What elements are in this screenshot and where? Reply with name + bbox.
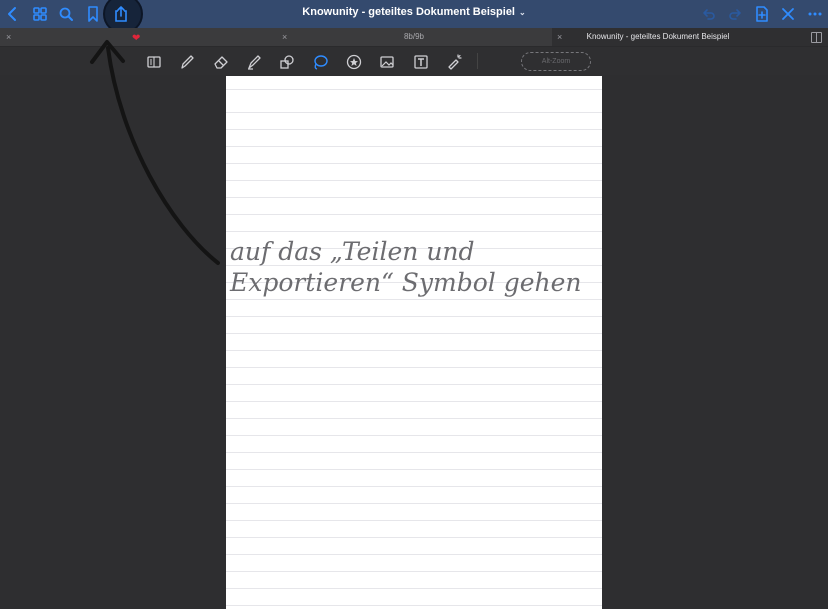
tab-1[interactable]: × ❤	[0, 28, 276, 46]
handwritten-annotation: auf das „Teilen und Exportieren“ Symbol …	[230, 236, 600, 298]
shapes-icon[interactable]	[277, 52, 297, 72]
top-navigation-bar: Knowunity - geteiltes Dokument Beispiel ⌄	[0, 0, 828, 34]
document-title-text: Knowunity - geteiltes Dokument Beispiel	[302, 6, 515, 18]
lasso-icon[interactable]	[310, 52, 330, 72]
split-view-icon[interactable]	[811, 32, 822, 43]
image-icon[interactable]	[377, 52, 397, 72]
add-page-icon[interactable]	[752, 4, 772, 24]
redo-icon[interactable]	[725, 4, 745, 24]
pen-icon[interactable]	[177, 52, 197, 72]
tool-bar	[0, 47, 828, 75]
tab-close-icon[interactable]: ×	[6, 28, 11, 46]
sticker-icon[interactable]	[344, 52, 364, 72]
eraser-icon[interactable]	[211, 52, 231, 72]
close-icon[interactable]	[778, 4, 798, 24]
title-chevron-down-icon: ⌄	[519, 8, 526, 17]
highlighter-icon[interactable]	[244, 52, 264, 72]
zoom-pill[interactable]: Alt-Zoom	[521, 52, 591, 71]
share-export-icon[interactable]	[111, 4, 131, 24]
document-title[interactable]: Knowunity - geteiltes Dokument Beispiel ⌄	[302, 6, 525, 18]
annotation-line-2: Exportieren“ Symbol gehen	[230, 268, 582, 297]
toolbar-divider	[477, 53, 478, 69]
bookmark-icon[interactable]	[83, 4, 103, 24]
tab-label: 8b/9b	[403, 32, 425, 41]
tab-label: Knowunity - geteiltes Dokument Beispiel	[586, 32, 730, 41]
annotation-line-1: auf das „Teilen und	[230, 237, 475, 266]
search-icon[interactable]	[56, 4, 76, 24]
document-page[interactable]: auf das „Teilen und Exportieren“ Symbol …	[226, 76, 602, 609]
laser-pointer-icon[interactable]	[444, 52, 464, 72]
read-only-icon[interactable]	[144, 52, 164, 72]
document-tab-bar: × ❤ × 8b/9b × Knowunity - geteiltes Doku…	[0, 28, 828, 47]
thumbnails-grid-icon[interactable]	[30, 4, 50, 24]
heart-icon: ❤	[132, 33, 141, 44]
tab-3-active[interactable]: × Knowunity - geteiltes Dokument Beispie…	[552, 28, 828, 46]
undo-icon[interactable]	[699, 4, 719, 24]
more-icon[interactable]	[805, 4, 825, 24]
tab-2[interactable]: × 8b/9b	[277, 28, 551, 46]
back-chevron-icon[interactable]	[3, 4, 23, 24]
text-box-icon[interactable]	[411, 52, 431, 72]
